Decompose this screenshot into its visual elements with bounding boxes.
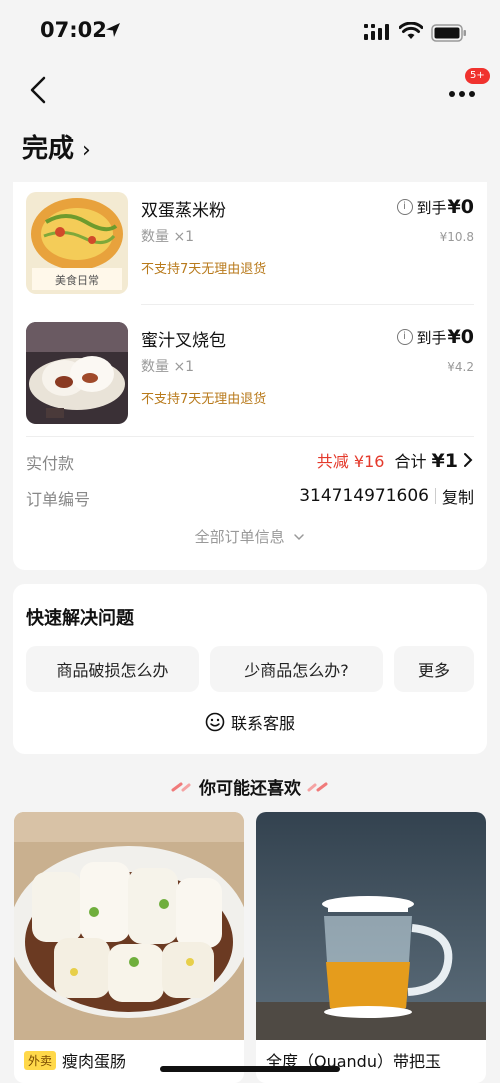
divider [141, 304, 474, 305]
info-icon[interactable]: i [396, 199, 413, 215]
chevron-right-icon [464, 453, 473, 467]
takeout-tag: 外卖 [24, 1051, 57, 1070]
order-status-label: 完成 [22, 134, 75, 164]
paid-total: 合计 ¥1 [394, 448, 458, 472]
pill-label: 少商品怎么办? [244, 661, 349, 680]
divider [26, 436, 474, 437]
payment-label: 实付款 [26, 454, 75, 473]
status-time: 07:02 [40, 18, 107, 42]
location-arrow-icon [106, 23, 120, 37]
product-image [256, 812, 486, 1040]
chevron-right-icon: › [82, 138, 91, 163]
price-value: ¥0 [447, 326, 474, 348]
quick-help-title: 快速解决问题 [26, 608, 134, 629]
item-qty: 数量 ×1 [141, 359, 195, 375]
item-name: 双蛋蒸米粉 [141, 201, 226, 221]
order-number-value: 314714971606 [299, 486, 429, 506]
price-value: ¥0 [447, 196, 474, 218]
item-name: 蜜汁叉烧包 [141, 331, 226, 351]
notification-badge: 5+ [465, 68, 490, 84]
price-prefix: 到手 [416, 328, 447, 347]
product-card[interactable]: 外卖 瘦肉蛋肠 [14, 812, 244, 1083]
pill-label: 更多 [417, 661, 450, 680]
product-image [26, 322, 128, 424]
total-amount: ¥1 [431, 450, 458, 472]
price-prefix: 到手 [416, 198, 447, 217]
product-title: 瘦肉蛋肠 [62, 1052, 127, 1071]
customer-service-icon [205, 712, 225, 732]
sparkle-left-icon [171, 782, 191, 791]
home-indicator[interactable] [160, 1066, 340, 1072]
more-help-button[interactable]: 更多 [394, 646, 474, 692]
sparkle-right-icon [307, 782, 328, 791]
product-image: 美食日常 [26, 192, 128, 294]
nav-bar: 5+ [0, 64, 500, 114]
order-item[interactable]: 美食日常 双蛋蒸米粉 数量 ×1 不支持7天无理由退货 i 到手 ¥0 ¥10.… [13, 182, 487, 294]
item-price: i 到手 ¥0 [396, 326, 474, 348]
recommend-title: 你可能还喜欢 [199, 779, 301, 799]
chevron-down-icon [294, 534, 305, 541]
signal-icon [364, 24, 389, 40]
total-prefix: 合计 [394, 452, 427, 471]
all-order-info-toggle[interactable]: 全部订单信息 [13, 526, 487, 547]
order-number-label: 订单编号 [26, 490, 91, 509]
recommend-header: 你可能还喜欢 [0, 774, 500, 799]
pill-label: 商品破损怎么办 [56, 661, 169, 680]
order-status-title[interactable]: 完成 › [22, 128, 91, 165]
product-card[interactable]: 全度（Quandu）带把玉 [256, 812, 486, 1083]
order-card: 美食日常 双蛋蒸米粉 数量 ×1 不支持7天无理由退货 i 到手 ¥0 ¥10.… [13, 182, 487, 570]
item-return-note: 不支持7天无理由退货 [141, 262, 267, 277]
original-price: ¥4.2 [447, 360, 474, 374]
contact-support-label: 联系客服 [230, 714, 295, 733]
original-price: ¥10.8 [439, 230, 474, 244]
status-bar: 07:02 [0, 0, 500, 64]
info-icon[interactable]: i [396, 329, 413, 345]
order-item[interactable]: 蜜汁叉烧包 数量 ×1 不支持7天无理由退货 i 到手 ¥0 ¥4.2 [13, 312, 487, 424]
missing-goods-button[interactable]: 少商品怎么办? [210, 646, 383, 692]
all-order-info-label: 全部订单信息 [194, 528, 285, 546]
discount-amount: 共减 ¥16 [316, 452, 385, 471]
contact-support-button[interactable]: 联系客服 [13, 710, 487, 734]
payment-row[interactable]: 实付款 共减 ¥16 合计 ¥1 [26, 446, 474, 476]
separator [434, 488, 436, 504]
item-qty: 数量 ×1 [141, 229, 195, 245]
battery-icon [431, 24, 466, 42]
product-image [14, 812, 244, 1040]
back-arrow-icon[interactable] [26, 74, 54, 106]
thumb-caption: 美食日常 [55, 273, 99, 287]
wifi-icon [399, 22, 423, 39]
product-name: 外卖 瘦肉蛋肠 [24, 1048, 126, 1072]
order-number-row: 订单编号 314714971606 复制 [26, 482, 474, 512]
quick-help-card: 快速解决问题 商品破损怎么办 少商品怎么办? 更多 联系客服 [13, 584, 487, 754]
copy-button[interactable]: 复制 [442, 484, 474, 508]
item-price: i 到手 ¥0 [396, 196, 474, 218]
damaged-goods-button[interactable]: 商品破损怎么办 [26, 646, 199, 692]
item-return-note: 不支持7天无理由退货 [141, 392, 267, 407]
